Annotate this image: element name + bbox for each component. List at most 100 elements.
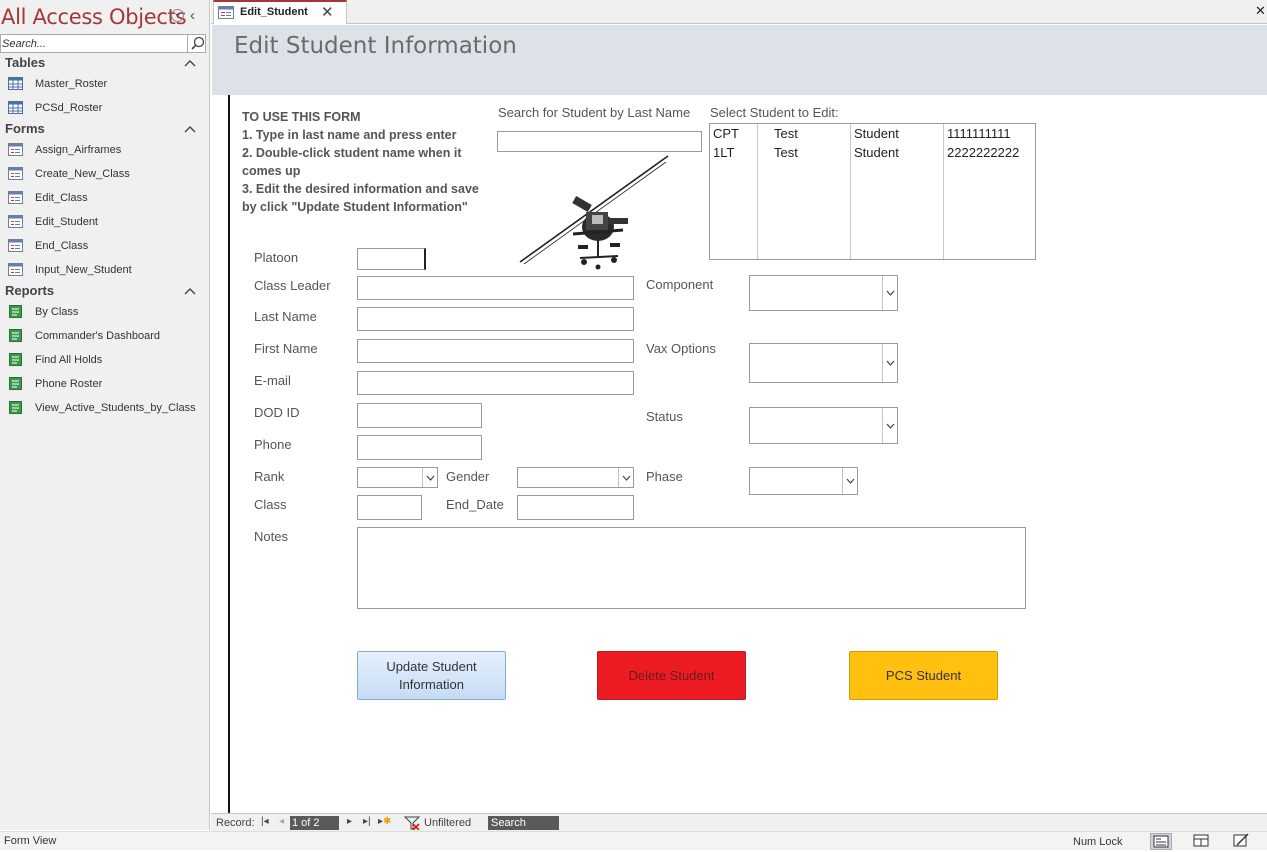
class-leader-input[interactable] xyxy=(357,276,634,300)
listbox-column-divider xyxy=(758,124,851,259)
student-row-first-cell[interactable]: Student xyxy=(854,126,899,141)
next-record-icon[interactable]: ▸ xyxy=(347,816,352,827)
first-name-input[interactable] xyxy=(357,339,634,363)
nav-item-edit-student[interactable]: Edit_Student xyxy=(8,213,204,233)
nav-item-edit-class[interactable]: Edit_Class xyxy=(8,189,204,209)
nav-item-view-active-students-by-class[interactable]: View_Active_Students_by_Class xyxy=(8,399,204,419)
nav-item-create-new-class[interactable]: Create_New_Class xyxy=(8,165,204,185)
filter-icon[interactable] xyxy=(403,816,421,831)
platoon-input[interactable] xyxy=(357,248,426,270)
nav-item-label: Edit_Class xyxy=(35,192,88,204)
nav-item-find-all-holds[interactable]: Find All Holds xyxy=(8,351,204,371)
rank-combobox[interactable] xyxy=(357,467,438,488)
record-selector[interactable] xyxy=(212,95,230,813)
class-input[interactable] xyxy=(357,495,422,520)
nav-item-assign-airframes[interactable]: Assign_Airframes xyxy=(8,141,204,161)
form-icon xyxy=(8,191,23,204)
nav-item-label: Assign_Airframes xyxy=(35,144,122,156)
student-row-rank-cell[interactable]: 1LT xyxy=(713,145,734,160)
notes-label: Notes xyxy=(254,529,288,544)
chevron-down-icon[interactable] xyxy=(882,408,897,443)
update-student-button[interactable]: Update Student Information xyxy=(357,651,506,700)
student-row-last-cell[interactable]: Test xyxy=(774,145,798,160)
student-row-dod-cell[interactable]: 1111111111 xyxy=(947,126,1011,141)
student-select-listbox[interactable]: CPT Test Student 1111111111 1LT Test Student 22… xyxy=(709,123,1036,260)
record-label: Record: xyxy=(216,817,255,829)
filter-status[interactable]: Unfiltered xyxy=(424,817,471,829)
email-input[interactable] xyxy=(357,371,634,395)
nav-item-phone-roster[interactable]: Phone Roster xyxy=(8,375,204,395)
status-combobox[interactable] xyxy=(749,407,898,444)
last-name-input[interactable] xyxy=(357,307,634,331)
previous-record-icon[interactable]: ◂ xyxy=(279,816,284,827)
form-view-icon[interactable] xyxy=(1150,833,1172,850)
vax-options-label: Vax Options xyxy=(646,341,716,356)
table-icon xyxy=(8,101,23,114)
student-row-dod-cell[interactable]: 2222222222 xyxy=(947,145,1019,160)
chevron-up-icon[interactable] xyxy=(184,58,196,70)
vax-options-combobox[interactable] xyxy=(749,343,898,383)
student-row-rank-cell[interactable]: CPT xyxy=(713,126,739,141)
chevron-down-icon[interactable] xyxy=(882,344,897,382)
last-name-label: Last Name xyxy=(254,309,317,324)
nav-item-end-class[interactable]: End_Class xyxy=(8,237,204,257)
nav-item-master-roster[interactable]: Master_Roster xyxy=(8,75,204,95)
nav-group-forms[interactable]: Forms xyxy=(5,121,45,136)
nav-pane-title[interactable]: All Access Objects xyxy=(1,5,187,29)
delete-student-button[interactable]: Delete Student xyxy=(597,651,746,700)
form-icon xyxy=(218,6,234,19)
chevron-down-icon[interactable] xyxy=(422,468,437,487)
current-record-box[interactable]: 1 of 2 xyxy=(290,816,339,830)
last-record-icon[interactable]: ▸| xyxy=(363,816,371,827)
nav-item-label: Input_New_Student xyxy=(35,264,132,276)
nav-item-commander-s-dashboard[interactable]: Commander's Dashboard xyxy=(8,327,204,347)
shutter-collapse-icon[interactable]: ‹ xyxy=(190,7,195,24)
nav-options-dropdown-icon[interactable]: ▾ xyxy=(171,9,184,22)
chevron-down-icon[interactable] xyxy=(618,468,633,487)
end-date-input[interactable] xyxy=(517,495,634,520)
nav-group-reports[interactable]: Reports xyxy=(5,283,54,298)
close-document-icon[interactable]: ✕ xyxy=(1255,3,1266,19)
chevron-down-icon[interactable] xyxy=(882,276,897,310)
form-icon xyxy=(8,239,23,252)
component-label: Component xyxy=(646,277,714,292)
design-view-icon[interactable] xyxy=(1231,833,1253,850)
tab-label: Edit_Student xyxy=(240,6,308,18)
notes-textarea[interactable] xyxy=(357,527,1026,609)
form-icon xyxy=(8,143,23,156)
nav-search-input[interactable] xyxy=(2,35,182,52)
gender-label: Gender xyxy=(446,469,490,484)
pcs-student-button[interactable]: PCS Student xyxy=(849,651,998,700)
component-combobox[interactable] xyxy=(749,275,898,311)
record-search-input[interactable]: Search xyxy=(488,816,559,830)
view-mode-text: Form View xyxy=(4,835,57,847)
nav-item-by-class[interactable]: By Class xyxy=(8,303,204,323)
nav-item-label: Find All Holds xyxy=(35,354,103,366)
layout-view-icon[interactable] xyxy=(1191,833,1213,850)
new-record-icon[interactable]: ▸✱ xyxy=(378,816,391,827)
student-row-last-cell[interactable]: Test xyxy=(774,126,798,141)
nav-item-input-new-student[interactable]: Input_New_Student xyxy=(8,261,204,281)
nav-item-label: Create_New_Class xyxy=(35,168,130,180)
last-name-search-input[interactable] xyxy=(497,131,702,152)
search-icon[interactable] xyxy=(187,35,206,52)
tab-edit-student[interactable]: Edit_Student ✕ xyxy=(213,0,347,24)
chevron-up-icon[interactable] xyxy=(184,286,196,298)
gender-combobox[interactable] xyxy=(517,467,634,488)
nav-group-tables[interactable]: Tables xyxy=(5,55,45,70)
chevron-up-icon[interactable] xyxy=(184,124,196,136)
student-row-first-cell[interactable]: Student xyxy=(854,145,899,160)
phase-combobox[interactable] xyxy=(749,467,858,495)
nav-item-pcsd-roster[interactable]: PCSd_Roster xyxy=(8,99,204,119)
dod-id-label: DOD ID xyxy=(254,405,300,420)
platoon-label: Platoon xyxy=(254,250,299,265)
report-icon xyxy=(8,401,23,414)
first-name-label: First Name xyxy=(254,341,318,356)
chevron-down-icon[interactable] xyxy=(842,468,857,494)
close-tab-icon[interactable]: ✕ xyxy=(321,3,334,21)
report-icon xyxy=(8,329,23,342)
phone-input[interactable] xyxy=(357,435,482,460)
form-instructions: TO USE THIS FORM 1. Type in last name an… xyxy=(242,110,479,214)
first-record-icon[interactable]: |◂ xyxy=(261,816,269,827)
dod-id-input[interactable] xyxy=(357,403,482,428)
